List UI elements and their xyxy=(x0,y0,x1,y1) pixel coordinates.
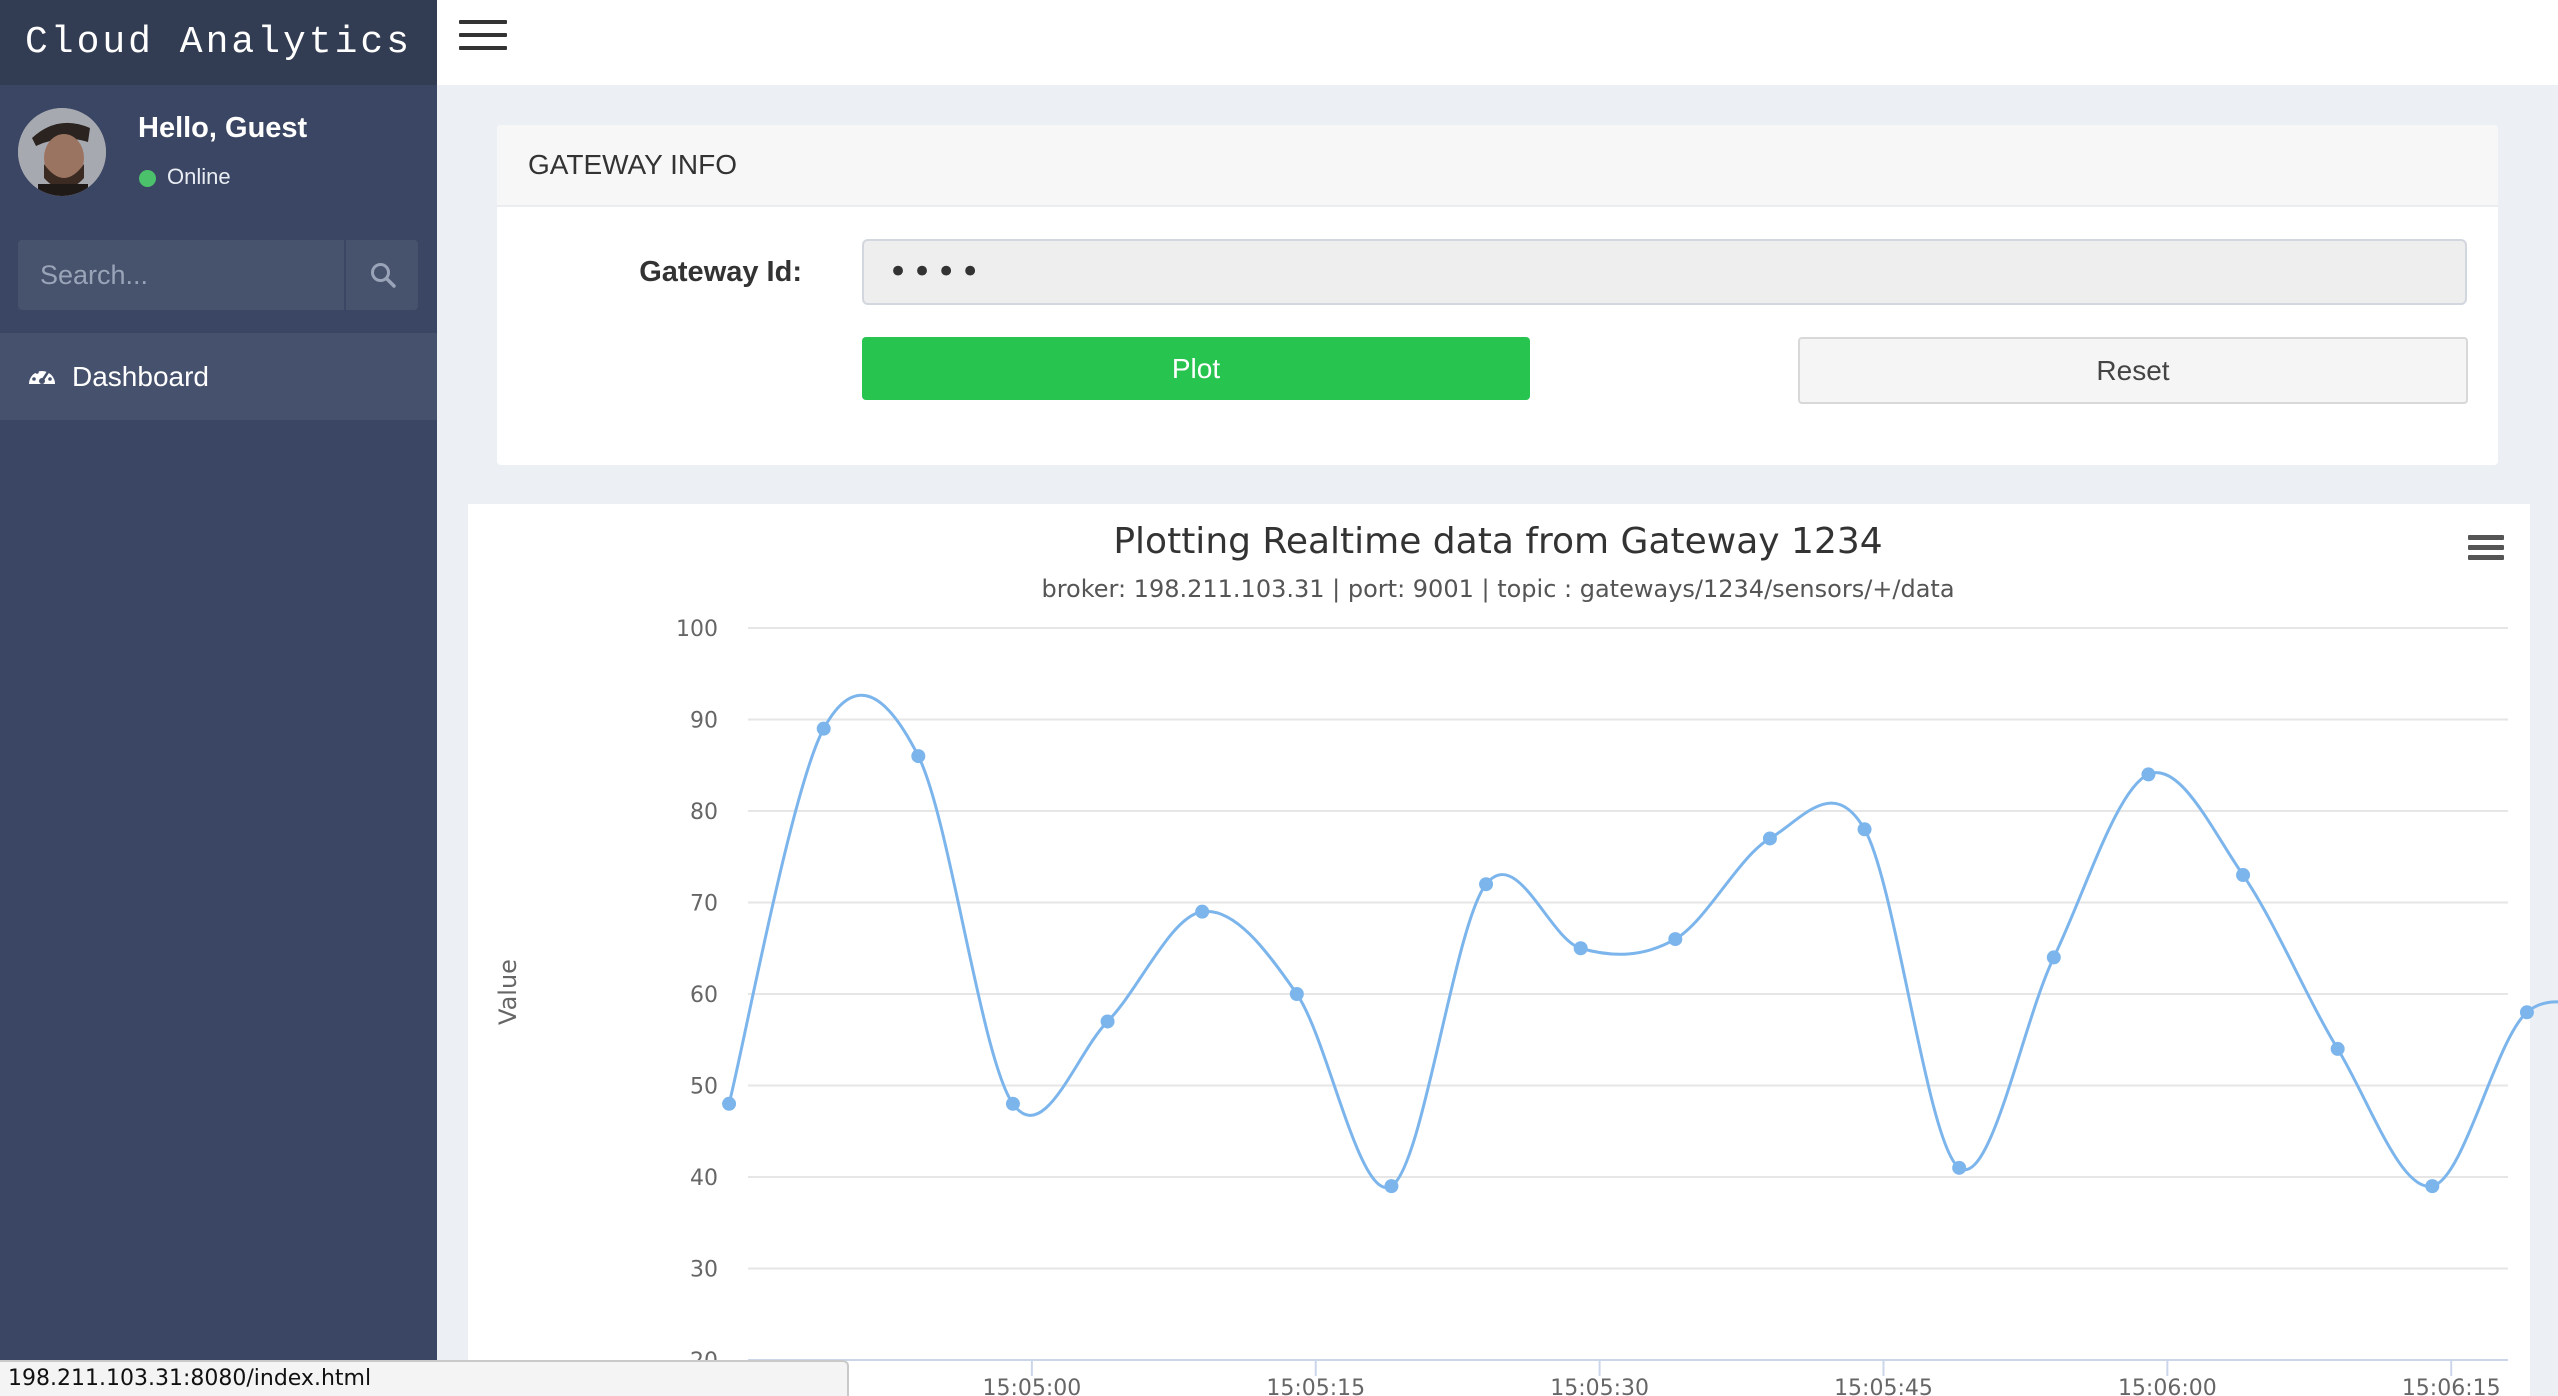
data-point[interactable] xyxy=(2141,767,2156,782)
data-point[interactable] xyxy=(2236,868,2251,883)
data-point[interactable] xyxy=(1573,941,1588,956)
data-point[interactable] xyxy=(1289,987,1304,1001)
data-point[interactable] xyxy=(1100,1014,1115,1029)
x-tick-label: 15:06:00 xyxy=(2118,1376,2217,1396)
x-tick-label: 15:05:45 xyxy=(1834,1376,1933,1396)
y-tick-label: 100 xyxy=(676,617,718,642)
data-point[interactable] xyxy=(2519,1005,2534,1020)
data-point[interactable] xyxy=(722,1096,737,1111)
data-point[interactable] xyxy=(1668,932,1683,947)
y-tick-label: 40 xyxy=(690,1166,718,1191)
x-tick-label: 15:05:15 xyxy=(1266,1376,1365,1396)
y-tick-label: 30 xyxy=(690,1258,718,1283)
x-tick-label: 15:05:00 xyxy=(982,1376,1081,1396)
y-tick-label: 90 xyxy=(690,709,718,734)
data-point[interactable] xyxy=(1005,1096,1020,1111)
y-tick-label: 60 xyxy=(690,983,718,1008)
x-tick-label: 15:06:15 xyxy=(2402,1376,2501,1396)
data-point[interactable] xyxy=(1857,822,1872,837)
data-point[interactable] xyxy=(816,721,831,736)
browser-status-url: 198.211.103.31:8080/index.html xyxy=(0,1360,849,1396)
x-tick-label: 15:05:30 xyxy=(1550,1376,1649,1396)
series-line xyxy=(727,693,2558,1189)
data-point[interactable] xyxy=(911,749,926,764)
chart-subtitle: broker: 198.211.103.31 | port: 9001 | to… xyxy=(1041,575,1954,603)
data-point[interactable] xyxy=(1479,877,1494,892)
data-point[interactable] xyxy=(1384,1179,1399,1194)
y-tick-label: 70 xyxy=(690,892,718,917)
y-tick-label: 80 xyxy=(690,800,718,825)
chart-title: Plotting Realtime data from Gateway 1234 xyxy=(1113,521,1882,562)
data-point[interactable] xyxy=(1195,904,1210,919)
data-point[interactable] xyxy=(2046,950,2061,965)
data-point[interactable] xyxy=(1952,1160,1967,1175)
y-axis-title: Value xyxy=(494,959,522,1025)
data-point[interactable] xyxy=(1762,831,1777,846)
data-point[interactable] xyxy=(2425,1179,2440,1194)
realtime-line-chart: Plotting Realtime data from Gateway 1234… xyxy=(494,521,2558,1396)
y-tick-label: 50 xyxy=(690,1075,718,1100)
data-point[interactable] xyxy=(2330,1041,2345,1056)
